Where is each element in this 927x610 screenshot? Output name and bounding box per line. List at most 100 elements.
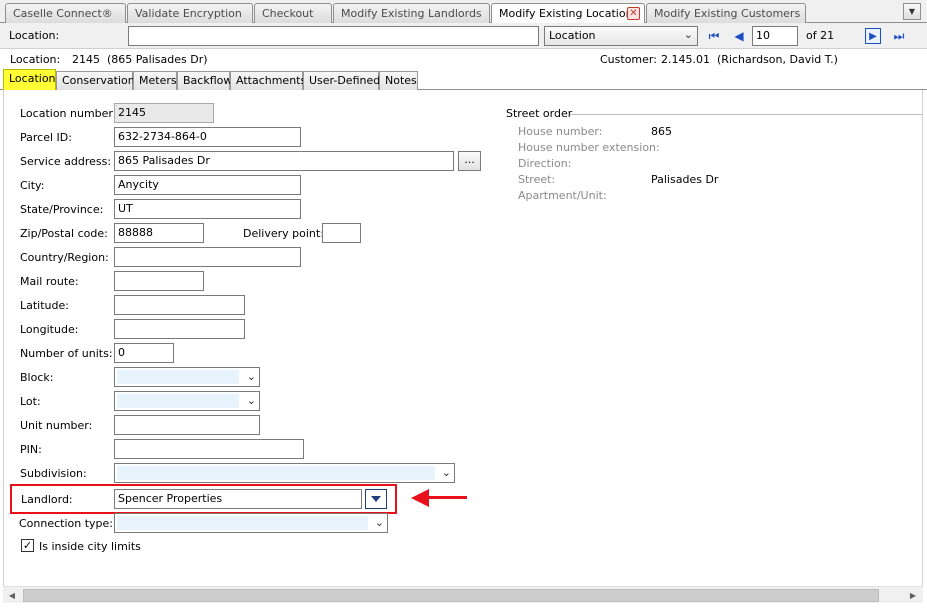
- first-record-icon[interactable]: ⏮: [706, 28, 722, 44]
- connection-type-fill: [117, 516, 368, 530]
- tab-overflow-chevron-icon[interactable]: ▼: [903, 3, 921, 20]
- chevron-down-icon: ⌄: [374, 516, 384, 529]
- location-search-input[interactable]: [128, 26, 539, 46]
- close-tab-icon[interactable]: ✕: [627, 7, 640, 20]
- tab-location[interactable]: Location: [3, 69, 56, 90]
- tab-user-defined[interactable]: User-Defined: [303, 71, 381, 90]
- city-field[interactable]: Anycity: [114, 175, 301, 195]
- city-label: City:: [20, 179, 45, 192]
- subdivision-dropdown[interactable]: ⌄: [114, 463, 455, 483]
- location-number-field: 2145: [114, 103, 214, 123]
- lot-fill: [117, 394, 239, 408]
- tab-conservation[interactable]: Conservation: [56, 71, 135, 90]
- delivery-point-label: Delivery point:: [243, 227, 324, 240]
- location-search-label: Location:: [9, 29, 60, 42]
- country-label: Country/Region:: [20, 251, 109, 264]
- pin-label: PIN:: [20, 443, 42, 456]
- doc-tab-label: Caselle Connect®: [13, 7, 113, 20]
- latitude-field[interactable]: [114, 295, 245, 315]
- chevron-down-icon: ⌄: [441, 466, 451, 479]
- doc-tab-modify-existing-locations[interactable]: Modify Existing Locations: [491, 3, 645, 24]
- connection-type-dropdown[interactable]: ⌄: [114, 513, 388, 533]
- doc-tab-label: Validate Encryption: [135, 7, 242, 20]
- info-customer-label: Customer:: [600, 53, 657, 66]
- lot-label: Lot:: [20, 395, 41, 408]
- horizontal-scrollbar[interactable]: ◀ ▶: [3, 586, 923, 603]
- parcel-id-label: Parcel ID:: [20, 131, 72, 144]
- tab-label: Meters: [139, 74, 177, 87]
- doc-tab-validate-encryption[interactable]: Validate Encryption: [127, 3, 253, 23]
- longitude-label: Longitude:: [20, 323, 79, 336]
- chevron-down-icon: ⌄: [246, 394, 256, 407]
- street-order-divider: [570, 114, 922, 115]
- delivery-point-field[interactable]: [322, 223, 361, 243]
- doc-tab-label: Checkout: [262, 7, 314, 20]
- house-number-label: House number:: [518, 125, 603, 138]
- zip-field[interactable]: 88888: [114, 223, 204, 243]
- tab-meters[interactable]: Meters: [133, 71, 177, 90]
- landlord-field[interactable]: Spencer Properties: [114, 489, 362, 509]
- chevron-down-icon: ⌄: [683, 28, 693, 41]
- country-field[interactable]: [114, 247, 301, 267]
- location-number-label: Location number:: [20, 107, 117, 120]
- scroll-left-icon[interactable]: ◀: [5, 589, 19, 602]
- inside-city-limits-label: Is inside city limits: [39, 540, 141, 553]
- info-location-address: (865 Palisades Dr): [107, 53, 208, 66]
- state-field[interactable]: UT: [114, 199, 301, 219]
- number-of-units-field[interactable]: 0: [114, 343, 174, 363]
- number-of-units-label: Number of units:: [20, 347, 113, 360]
- tab-label: Backflow: [183, 74, 233, 87]
- annotation-arrow-line: [427, 496, 467, 499]
- service-address-field[interactable]: 865 Palisades Dr: [114, 151, 454, 171]
- previous-record-icon[interactable]: ◀: [731, 28, 747, 44]
- doc-tab-modify-existing-customers[interactable]: Modify Existing Customers: [646, 3, 806, 23]
- pin-field[interactable]: [114, 439, 304, 459]
- apartment-unit-label: Apartment/Unit:: [518, 189, 607, 202]
- tab-label: Attachments: [236, 74, 307, 87]
- info-location-number: 2145: [72, 53, 100, 66]
- direction-label: Direction:: [518, 157, 572, 170]
- parcel-id-field[interactable]: 632-2734-864-0: [114, 127, 301, 147]
- tab-backflow[interactable]: Backflow: [177, 71, 233, 90]
- latitude-label: Latitude:: [20, 299, 69, 312]
- subdivision-fill: [117, 466, 435, 480]
- scroll-right-icon[interactable]: ▶: [906, 589, 920, 602]
- tab-notes[interactable]: Notes: [379, 71, 418, 90]
- doc-tab-label: Modify Existing Locations: [499, 7, 639, 20]
- last-record-icon[interactable]: ⏭: [891, 28, 907, 44]
- house-number-extension-label: House number extension:: [518, 141, 660, 154]
- unit-number-field[interactable]: [114, 415, 260, 435]
- doc-tab-label: Modify Existing Customers: [654, 7, 801, 20]
- house-number-value: 865: [651, 125, 672, 138]
- record-number-input[interactable]: 10: [752, 26, 798, 46]
- lot-dropdown[interactable]: ⌄: [114, 391, 260, 411]
- mail-route-label: Mail route:: [20, 275, 79, 288]
- location-form: Location number: 2145 Parcel ID: 632-273…: [3, 90, 923, 586]
- doc-tab-checkout[interactable]: Checkout: [254, 3, 332, 23]
- street-value: Palisades Dr: [651, 173, 719, 186]
- landlord-label: Landlord:: [21, 493, 73, 506]
- dropdown-arrow-icon: [371, 496, 381, 502]
- chevron-down-icon: ⌄: [246, 370, 256, 383]
- street-label: Street:: [518, 173, 556, 186]
- tab-label: Conservation: [62, 74, 135, 87]
- subdivision-label: Subdivision:: [20, 467, 87, 480]
- search-by-select[interactable]: Location ⌄: [544, 26, 698, 46]
- scrollbar-thumb[interactable]: [23, 589, 879, 602]
- tab-label: User-Defined: [309, 74, 381, 87]
- mail-route-field[interactable]: [114, 271, 204, 291]
- inside-city-limits-checkbox[interactable]: ✓: [21, 539, 34, 552]
- block-dropdown[interactable]: ⌄: [114, 367, 260, 387]
- doc-tab-caselle-connect[interactable]: Caselle Connect®: [5, 3, 126, 23]
- landlord-dropdown-button[interactable]: [365, 489, 387, 509]
- next-record-icon[interactable]: ▶: [865, 28, 881, 44]
- document-tab-strip: Caselle Connect® Validate Encryption Che…: [0, 0, 927, 24]
- longitude-field[interactable]: [114, 319, 245, 339]
- info-location-label: Location:: [10, 53, 61, 66]
- doc-tab-modify-existing-landlords[interactable]: Modify Existing Landlords: [333, 3, 490, 23]
- tab-attachments[interactable]: Attachments: [230, 71, 307, 90]
- info-customer-name: (Richardson, David T.): [717, 53, 838, 66]
- state-label: State/Province:: [20, 203, 104, 216]
- service-address-browse-button[interactable]: ...: [458, 151, 481, 171]
- zip-label: Zip/Postal code:: [20, 227, 108, 240]
